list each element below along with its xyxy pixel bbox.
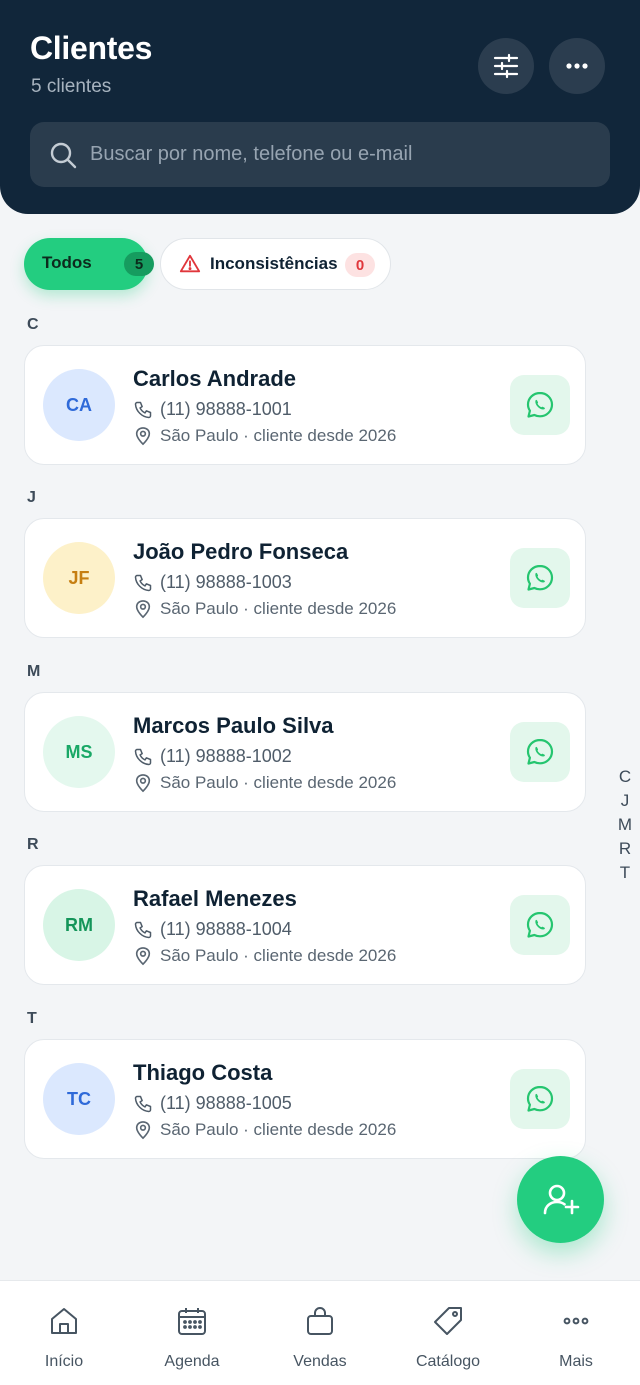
client-phone: (11) 98888-1005 [160,1093,292,1113]
alpha-index-letter[interactable]: J [614,789,636,813]
client-name: Rafael Menezes [133,886,297,911]
client-phone: (11) 98888-1001 [160,399,292,419]
search-icon [50,142,77,169]
nav-label: Vendas [293,1353,347,1370]
whatsapp-icon [526,911,554,938]
alpha-index-letter[interactable]: M [614,813,636,837]
phone-icon [134,748,152,766]
location-pin-icon [135,947,151,966]
client-location: São Paulo · cliente desde 2026 [160,946,397,965]
whatsapp-button[interactable] [510,1069,570,1129]
client-location: São Paulo · cliente desde 2026 [160,599,397,618]
chip-label: Inconsistências [210,254,338,273]
client-location: São Paulo · cliente desde 2026 [160,773,397,792]
client-name: Thiago Costa [133,1060,273,1085]
add-user-icon [543,1184,579,1214]
client-card[interactable]: TC Thiago Costa (11) 98888-1005 São Paul… [24,1039,586,1159]
filter-button[interactable] [478,38,534,94]
warning-triangle-icon [179,254,201,273]
shopping-bag-icon [307,1307,333,1335]
client-phone: (11) 98888-1003 [160,572,292,592]
client-location: São Paulo · cliente desde 2026 [160,426,397,445]
client-count: 5 clientes [31,76,112,97]
bottom-navigation: Início Agenda Vendas Catálogo Mais [0,1280,640,1385]
section-letter: C [27,316,39,333]
phone-icon [134,1095,152,1113]
filter-chip-todos[interactable]: Todos 5 [24,238,154,290]
add-client-button[interactable] [517,1156,604,1243]
whatsapp-button[interactable] [510,895,570,955]
phone-icon [134,574,152,592]
location-pin-icon [135,1121,151,1140]
alpha-index-letter[interactable]: R [614,837,636,861]
search-placeholder: Buscar por nome, telefone ou e-mail [90,143,413,165]
alphabet-index: C J M R T [614,765,636,885]
search-input[interactable]: Buscar por nome, telefone ou e-mail [30,122,610,187]
header: Clientes 5 clientes Buscar por nome, tel… [0,0,640,214]
nav-label: Catálogo [415,1353,481,1370]
chip-label: Todos [42,253,92,272]
section-letter: J [27,489,36,506]
section-letter: R [27,836,39,853]
tag-icon [434,1307,462,1335]
client-name: Marcos Paulo Silva [133,713,334,738]
nav-mais[interactable]: Mais [512,1281,640,1385]
whatsapp-icon [526,391,554,418]
nav-agenda[interactable]: Agenda [128,1281,256,1385]
avatar: MS [43,716,115,788]
nav-label: Início [44,1353,84,1370]
nav-catalogo[interactable]: Catálogo [384,1281,512,1385]
avatar: TC [43,1063,115,1135]
section-letter: M [27,663,41,680]
more-horizontal-icon [566,63,588,69]
location-pin-icon [135,774,151,793]
whatsapp-icon [526,1085,554,1112]
client-name: João Pedro Fonseca [133,539,349,564]
phone-icon [134,401,152,419]
whatsapp-button[interactable] [510,375,570,435]
location-pin-icon [135,427,151,446]
phone-icon [134,921,152,939]
client-phone: (11) 98888-1004 [160,919,292,939]
section-letter: T [27,1010,37,1027]
client-card[interactable]: MS Marcos Paulo Silva (11) 98888-1002 Sã… [24,692,586,812]
sliders-icon [493,53,519,79]
avatar: CA [43,369,115,441]
clients-screen: Clientes 5 clientes Buscar por nome, tel… [0,0,640,1385]
nav-label: Mais [559,1353,593,1370]
more-horizontal-icon [563,1317,589,1325]
more-options-button[interactable] [549,38,605,94]
nav-inicio[interactable]: Início [0,1281,128,1385]
alpha-index-letter[interactable]: T [614,861,636,885]
client-phone: (11) 98888-1002 [160,746,292,766]
page-title: Clientes [30,30,153,66]
chip-count-badge: 0 [345,253,375,277]
whatsapp-icon [526,564,554,591]
calendar-icon [178,1308,206,1335]
whatsapp-icon [526,738,554,765]
chip-count-badge: 5 [124,252,154,276]
home-icon [51,1308,77,1334]
avatar: JF [43,542,115,614]
nav-label: Agenda [164,1353,220,1370]
client-card[interactable]: CA Carlos Andrade (11) 98888-1001 São Pa… [24,345,586,465]
client-location: São Paulo · cliente desde 2026 [160,1120,397,1139]
avatar: RM [43,889,115,961]
alpha-index-letter[interactable]: C [614,765,636,789]
whatsapp-button[interactable] [510,722,570,782]
client-card[interactable]: RM Rafael Menezes (11) 98888-1004 São Pa… [24,865,586,985]
nav-vendas[interactable]: Vendas [256,1281,384,1385]
whatsapp-button[interactable] [510,548,570,608]
client-name: Carlos Andrade [133,366,297,391]
location-pin-icon [135,600,151,619]
filter-chip-inconsistencias[interactable]: Inconsistências 0 [160,238,391,290]
client-card[interactable]: JF João Pedro Fonseca (11) 98888-1003 Sã… [24,518,586,638]
